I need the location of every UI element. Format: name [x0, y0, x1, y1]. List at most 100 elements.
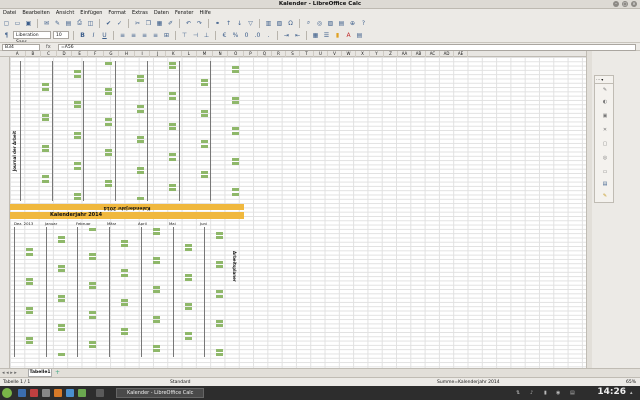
align-center-icon[interactable]: ≡	[129, 31, 138, 40]
volume-icon[interactable]: ♪	[530, 390, 533, 396]
taskbar-task-calc[interactable]: Kalender - LibreOffice Calc	[116, 388, 204, 398]
font-color-icon[interactable]: A	[344, 31, 353, 40]
table-panel-icon[interactable]: ▤	[601, 180, 609, 188]
print-icon[interactable]: ⎙	[75, 19, 84, 28]
bold-icon[interactable]: B	[78, 31, 87, 40]
name-box[interactable]: B34	[2, 44, 40, 51]
undo-icon[interactable]: ↶	[184, 19, 193, 28]
properties-icon[interactable]: ✎	[601, 86, 609, 94]
office-icon[interactable]	[78, 389, 86, 397]
sort-desc-icon[interactable]: ↓	[235, 19, 244, 28]
functions-panel-icon[interactable]: ▢	[601, 140, 609, 148]
indent-icon[interactable]: ⇥	[282, 31, 291, 40]
open-icon[interactable]: ▭	[13, 19, 22, 28]
borders-icon[interactable]: ▦	[311, 31, 320, 40]
align-middle-icon[interactable]: ⊣	[191, 31, 200, 40]
spellcheck-icon[interactable]: ✔	[104, 19, 113, 28]
target-icon[interactable]: ◎	[601, 154, 609, 162]
workspace-icon[interactable]	[96, 389, 104, 397]
redo-icon[interactable]: ↷	[195, 19, 204, 28]
menu-fenster[interactable]: Fenster	[175, 10, 194, 16]
menu-bearbeiten[interactable]: Bearbeiten	[22, 10, 49, 16]
find-icon[interactable]: ⌕	[304, 19, 313, 28]
tray-expand-icon[interactable]: ▴	[630, 390, 633, 396]
help-icon[interactable]: ?	[359, 19, 368, 28]
status-zoom[interactable]: 65%	[626, 380, 636, 385]
menu-hilfe[interactable]: Hilfe	[199, 10, 210, 16]
menu-extras[interactable]: Extras	[132, 10, 148, 16]
new-icon[interactable]: ▢	[2, 19, 11, 28]
preview-icon[interactable]: ◫	[86, 19, 95, 28]
edit-icon[interactable]: ✎	[53, 19, 62, 28]
blank-panel-icon[interactable]: ▭	[601, 168, 609, 176]
underline-icon[interactable]: U	[100, 31, 109, 40]
menu-einfuegen[interactable]: Einfügen	[80, 10, 102, 16]
network-icon[interactable]: ⇅	[516, 390, 520, 396]
justify-icon[interactable]: ≡	[151, 31, 160, 40]
zoom-icon[interactable]: ⊕	[348, 19, 357, 28]
navigator-panel-icon[interactable]: ✕	[601, 126, 609, 134]
italic-icon[interactable]: I	[89, 31, 98, 40]
email-icon[interactable]: ✉	[42, 19, 51, 28]
styles-panel-icon[interactable]: ◐	[601, 98, 609, 106]
remove-decimal-icon[interactable]: .	[264, 31, 273, 40]
maximize-button[interactable]: □	[622, 1, 628, 7]
start-menu-icon[interactable]	[2, 388, 12, 398]
number-format-icon[interactable]: 0	[242, 31, 251, 40]
weekend-cell	[26, 248, 33, 252]
background-color-icon[interactable]: ▮	[333, 31, 342, 40]
font-size-combo[interactable]: 10	[53, 31, 69, 39]
navigator-icon[interactable]: ◎	[315, 19, 324, 28]
gallery-panel-icon[interactable]: ▣	[601, 112, 609, 120]
hyperlink-icon[interactable]: ⚭	[213, 19, 222, 28]
menu-ansicht[interactable]: Ansicht	[56, 10, 74, 16]
line-style-icon[interactable]: ☰	[322, 31, 331, 40]
outdent-icon[interactable]: ⇤	[293, 31, 302, 40]
tab-navigation-arrows[interactable]: ◂ ◂ ▸ ▸	[2, 370, 17, 376]
currency-icon[interactable]: €	[220, 31, 229, 40]
percent-icon[interactable]: %	[231, 31, 240, 40]
add-decimal-icon[interactable]: .0	[253, 31, 262, 40]
sort-asc-icon[interactable]: ↑	[224, 19, 233, 28]
firefox-icon[interactable]	[54, 389, 62, 397]
close-button[interactable]: ×	[631, 1, 637, 7]
autofilter-icon[interactable]: ▽	[246, 19, 255, 28]
add-sheet-icon[interactable]: +	[55, 369, 60, 376]
tab-tabelle1[interactable]: Tabelle1	[28, 369, 52, 377]
align-left-icon[interactable]: ≡	[118, 31, 127, 40]
updates-icon[interactable]: ◉	[556, 390, 560, 396]
align-bottom-icon[interactable]: ⊥	[202, 31, 211, 40]
align-right-icon[interactable]: ≡	[140, 31, 149, 40]
cut-icon[interactable]: ✂	[133, 19, 142, 28]
function-wizard-icon[interactable]: fx	[46, 44, 51, 50]
mail-icon[interactable]	[66, 389, 74, 397]
format-paintbrush-icon[interactable]: ✐	[166, 19, 175, 28]
copy-icon[interactable]: ❐	[144, 19, 153, 28]
font-name-combo[interactable]: Liberation Sans	[13, 31, 51, 45]
autospell-icon[interactable]: ✓	[115, 19, 124, 28]
battery-icon[interactable]: ▮	[544, 390, 547, 396]
menu-format[interactable]: Format	[108, 10, 126, 16]
pdf-icon[interactable]: ▤	[64, 19, 73, 28]
notes-panel-icon[interactable]: ✎	[601, 192, 609, 200]
clipboard-icon[interactable]: ▤	[570, 390, 575, 396]
special-char-icon[interactable]: Ω	[286, 19, 295, 28]
desktop-icon[interactable]	[18, 389, 26, 397]
grid-icon[interactable]: ▤	[355, 31, 364, 40]
pivot-icon[interactable]: ▧	[275, 19, 284, 28]
merge-cells-icon[interactable]: ⊞	[162, 31, 171, 40]
weekend-cell	[73, 70, 81, 74]
terminal-icon[interactable]	[30, 389, 38, 397]
menu-datei[interactable]: Datei	[3, 10, 16, 16]
files-icon[interactable]	[42, 389, 50, 397]
save-icon[interactable]: ▣	[24, 19, 33, 28]
formula-input[interactable]: =A56	[58, 44, 636, 51]
paste-icon[interactable]: ▦	[155, 19, 164, 28]
datasource-icon[interactable]: ▤	[337, 19, 346, 28]
gallery-icon[interactable]: ▨	[326, 19, 335, 28]
menu-daten[interactable]: Daten	[154, 10, 169, 16]
align-top-icon[interactable]: ⊤	[180, 31, 189, 40]
chart-icon[interactable]: ▥	[264, 19, 273, 28]
minimize-button[interactable]: –	[613, 1, 619, 7]
styles-icon[interactable]: ¶	[2, 31, 11, 40]
